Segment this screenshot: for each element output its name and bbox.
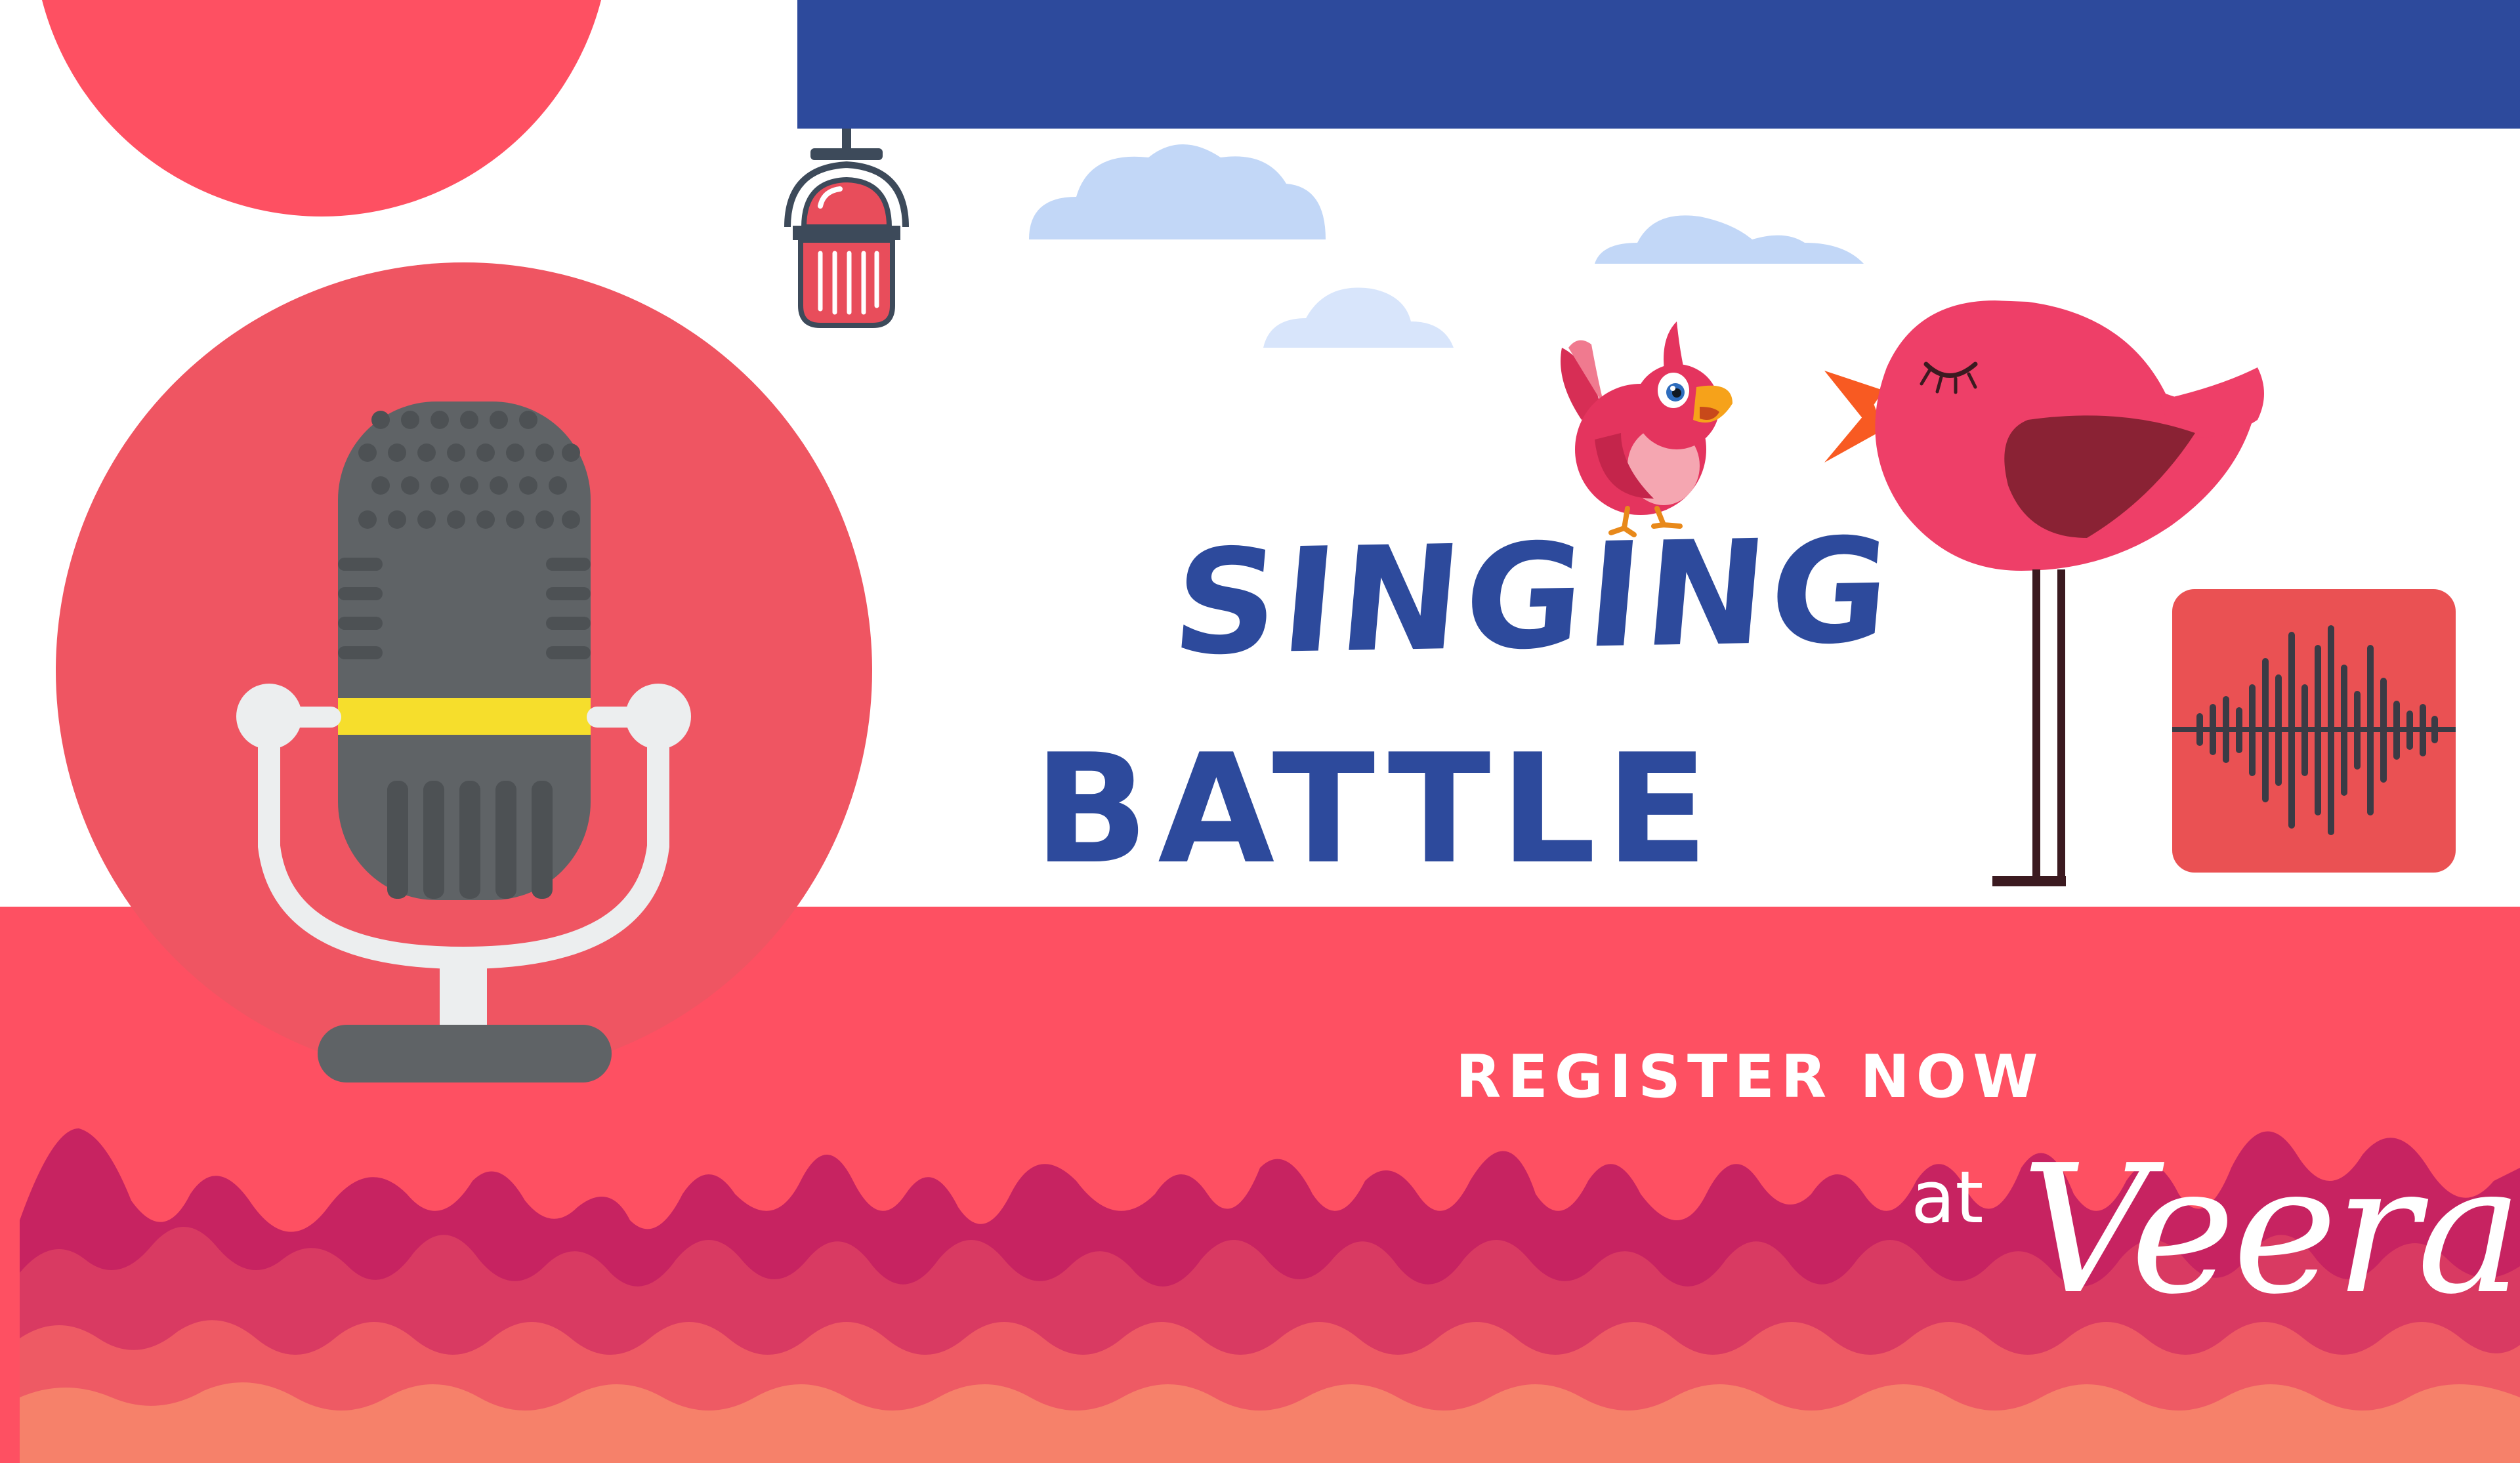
cta-at-text: at <box>1911 1155 1984 1239</box>
poster-canvas: SINGING BATTLE REGISTER NOW at Veera <box>0 0 2520 1463</box>
brand-logo-veera: Veera <box>2021 1126 2520 1333</box>
register-now-text: REGISTER NOW <box>1456 1042 2045 1111</box>
title-line-singing: SINGING <box>1166 506 1900 688</box>
title-line-battle: BATTLE <box>1034 722 1718 897</box>
